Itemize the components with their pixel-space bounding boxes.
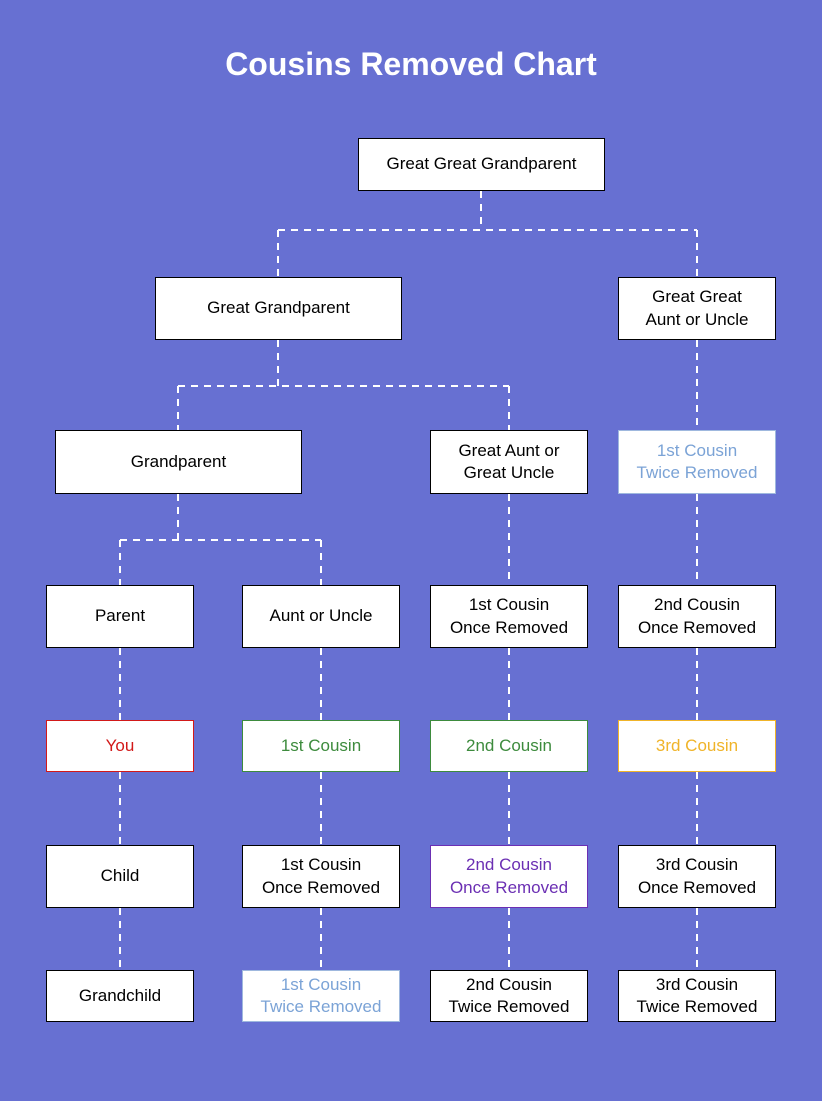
node-3rd-cousin-twice-removed: 3rd CousinTwice Removed — [618, 970, 776, 1022]
node-grandchild: Grandchild — [46, 970, 194, 1022]
node-1st-cousin-twice-removed-lower: 1st CousinTwice Removed — [242, 970, 400, 1022]
node-2nd-cousin-once-removed-upper: 2nd CousinOnce Removed — [618, 585, 776, 648]
node-2nd-cousin-twice-removed: 2nd CousinTwice Removed — [430, 970, 588, 1022]
node-great-great-aunt-uncle: Great GreatAunt or Uncle — [618, 277, 776, 340]
node-2nd-cousin-once-removed-lower: 2nd CousinOnce Removed — [430, 845, 588, 908]
chart-title: Cousins Removed Chart — [0, 46, 822, 83]
node-3rd-cousin-once-removed: 3rd CousinOnce Removed — [618, 845, 776, 908]
node-1st-cousin-once-removed-upper: 1st CousinOnce Removed — [430, 585, 588, 648]
node-you: You — [46, 720, 194, 772]
node-great-grandparent: Great Grandparent — [155, 277, 402, 340]
node-1st-cousin-once-removed-lower: 1st CousinOnce Removed — [242, 845, 400, 908]
node-great-great-grandparent: Great Great Grandparent — [358, 138, 605, 191]
node-1st-cousin-twice-removed-upper: 1st CousinTwice Removed — [618, 430, 776, 494]
node-great-aunt-uncle: Great Aunt orGreat Uncle — [430, 430, 588, 494]
node-grandparent: Grandparent — [55, 430, 302, 494]
node-parent: Parent — [46, 585, 194, 648]
node-child: Child — [46, 845, 194, 908]
node-2nd-cousin: 2nd Cousin — [430, 720, 588, 772]
node-aunt-uncle: Aunt or Uncle — [242, 585, 400, 648]
node-3rd-cousin: 3rd Cousin — [618, 720, 776, 772]
node-1st-cousin: 1st Cousin — [242, 720, 400, 772]
